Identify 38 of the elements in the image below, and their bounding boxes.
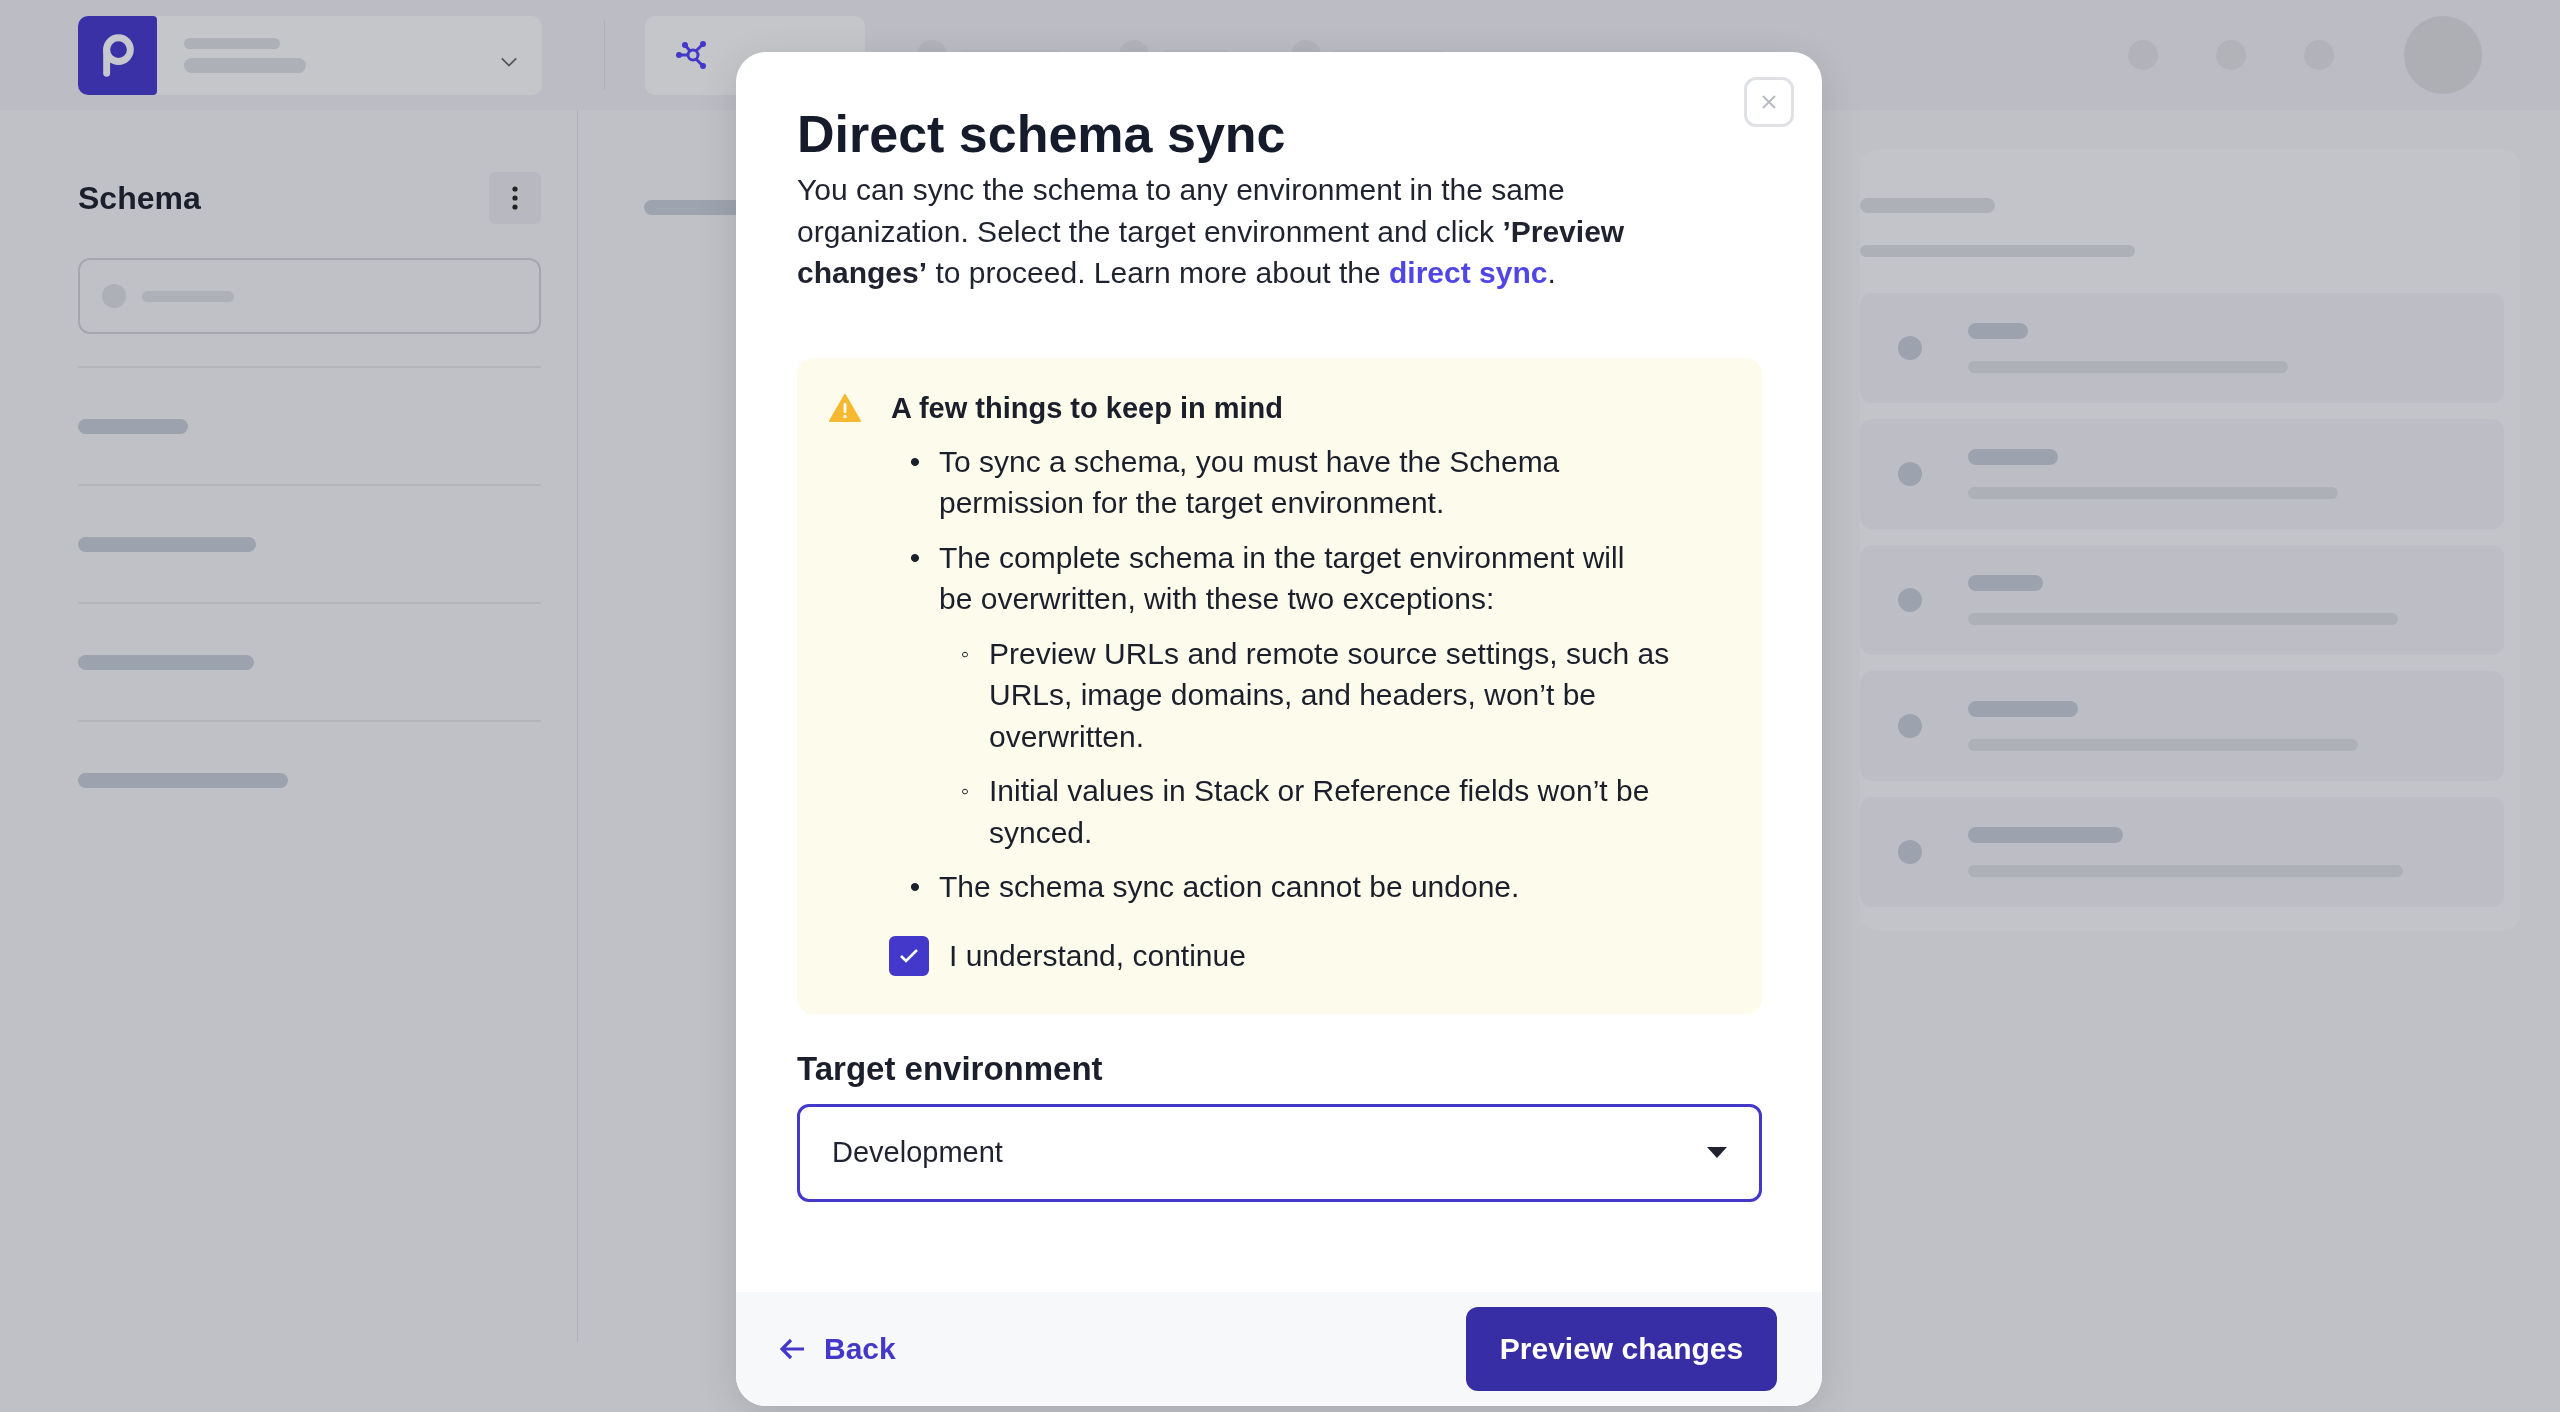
list-item: The complete schema in the target environment will be overwritten, with these two exceptions: [939, 539, 1626, 618]
dialog-title: Direct schema sync [797, 106, 1287, 164]
placeholder-dot [1898, 336, 1922, 360]
bullet: ◦ [959, 776, 971, 807]
back-button[interactable]: Back [776, 1328, 900, 1370]
chevron-down-icon [500, 56, 518, 68]
warning-title: A few things to keep in mind [891, 391, 1284, 425]
placeholder-dot [1898, 840, 1922, 864]
warning-icon [829, 394, 861, 423]
placeholder-dot [1898, 588, 1922, 612]
bullet: ◦ [959, 638, 971, 669]
bullet: • [908, 443, 922, 480]
close-button[interactable] [1744, 77, 1794, 127]
sidebar-title: Schema [78, 179, 201, 217]
list-item: To sync a schema, you must have the Schema permission for the target environment. [939, 443, 1561, 522]
intro-text: You can sync the schema to any environment in the same organization. Select the target environment and click ’Preview changes’ to proceed. Learn more about the direct sync. [797, 172, 1626, 292]
placeholder-dot [1898, 714, 1922, 738]
direct-sync-link[interactable]: direct sync [1389, 256, 1548, 290]
bullet: • [908, 539, 922, 576]
caret-icon [1707, 1146, 1727, 1159]
search-field[interactable] [78, 258, 541, 334]
more-button[interactable] [489, 172, 541, 224]
list-item: Initial values in Stack or Reference fields won’t be synced. [989, 773, 1651, 851]
field-label: Target environment [797, 1049, 1104, 1088]
placeholder-bar [1968, 323, 2028, 339]
checkbox-label: I understand, continue [949, 938, 1246, 973]
kebab-icon [512, 186, 518, 210]
arrow-left-icon [780, 1338, 806, 1360]
list-item: Preview URLs and remote source settings, such as URLs, image domains, and headers, won’t be overwritten. [989, 635, 1671, 755]
close-icon [1761, 94, 1777, 110]
network-icon [675, 41, 709, 69]
checkbox[interactable] [889, 935, 929, 976]
bullet: • [908, 869, 922, 906]
placeholder-dot [1898, 462, 1922, 486]
check-icon [899, 947, 919, 964]
environment-dropdown[interactable]: Development [797, 1103, 1762, 1202]
list-item: The schema sync action cannot be undone. [939, 869, 1520, 906]
preview-changes-button[interactable]: Preview changes [1466, 1307, 1777, 1391]
